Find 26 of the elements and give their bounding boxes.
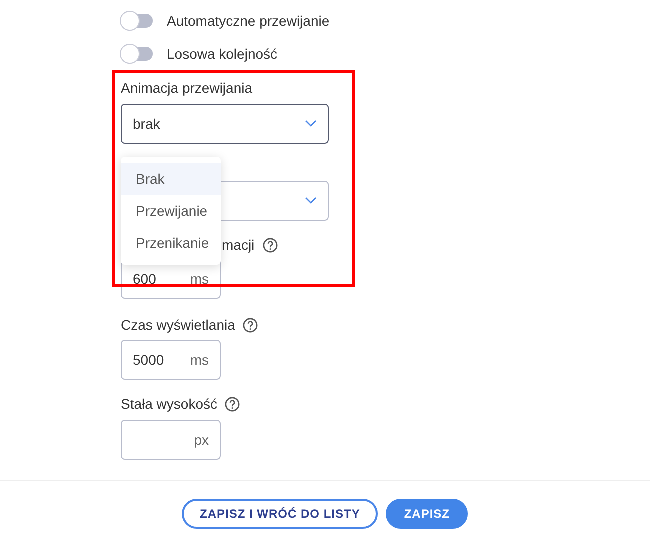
unit-label: ms: [190, 270, 209, 288]
field-label: Stała wysokość: [121, 394, 218, 414]
save-button[interactable]: ZAPISZ I WRÓĆ DO LISTY: [182, 499, 378, 529]
toggle-switch[interactable]: [121, 14, 153, 28]
chevron-down-icon: [305, 120, 317, 128]
toggle-label: Losowa kolejność: [167, 44, 278, 64]
save-button[interactable]: ZAPISZ: [386, 499, 468, 529]
toggle-label: Automatyczne przewijanie: [167, 12, 330, 31]
dropdown-option[interactable]: Brak: [121, 163, 221, 195]
field-label: Animacja przewijania: [121, 79, 254, 98]
help-icon[interactable]: [243, 318, 258, 332]
help-icon[interactable]: [262, 238, 278, 252]
unit-label: ms: [190, 350, 209, 370]
field-value: 600: [133, 274, 156, 284]
help-icon[interactable]: [225, 396, 240, 412]
unit-label: px: [194, 430, 209, 450]
toggle-switch[interactable]: [121, 47, 153, 61]
number-field[interactable]: px: [121, 420, 221, 460]
field-label: macji: [222, 236, 255, 255]
dropdown-option[interactable]: Przenikanie: [121, 227, 221, 259]
chevron-down-icon: [305, 197, 317, 205]
field-label: Czas wyświetlania: [121, 316, 236, 335]
select-field[interactable]: brak: [121, 104, 329, 144]
field-value: 5000: [133, 354, 164, 366]
dropdown-option[interactable]: Przewijanie: [121, 195, 221, 227]
number-field[interactable]: 5000 ms: [121, 340, 221, 380]
